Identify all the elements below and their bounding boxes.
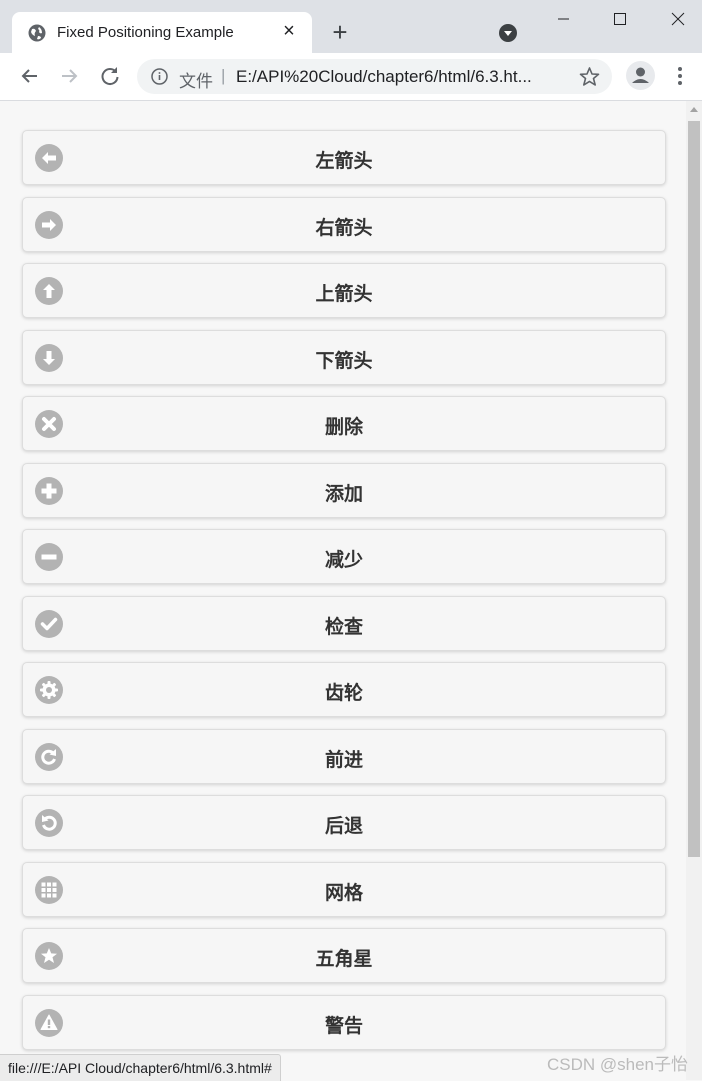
- browser-tab[interactable]: Fixed Positioning Example ×: [12, 12, 312, 53]
- address-bar[interactable]: 文件 | E:/API%20Cloud/chapter6/html/6.3.ht…: [137, 59, 612, 94]
- button-label: 上箭头: [315, 283, 373, 305]
- tab-close-button[interactable]: ×: [278, 20, 300, 42]
- browser-toolbar: 文件 | E:/API%20Cloud/chapter6/html/6.3.ht…: [0, 53, 702, 101]
- button-label: 网格: [324, 881, 363, 904]
- forward-arrow-icon[interactable]: [56, 63, 82, 89]
- button-list: 左箭头 右箭头 上箭头 下箭头 删除 添加 减少 检查 齿轮 前进 后退 网格 …: [22, 130, 666, 1061]
- button-label: 后退: [324, 815, 363, 837]
- maximize-button[interactable]: [597, 4, 643, 34]
- button-label: 添加: [324, 482, 363, 505]
- button-label: 下箭头: [315, 349, 373, 372]
- tab-title: Fixed Positioning Example: [57, 24, 234, 41]
- forward-button[interactable]: 前进: [22, 728, 666, 784]
- button-label: 右箭头: [315, 216, 373, 239]
- grid-button[interactable]: 网格: [22, 861, 666, 917]
- alert-button[interactable]: 警告: [22, 994, 666, 1050]
- vertical-scrollbar[interactable]: [686, 101, 702, 1080]
- right-arrow-button[interactable]: 右箭头: [22, 196, 666, 252]
- page-viewport: 左箭头 右箭头 上箭头 下箭头 删除 添加 减少 检查 齿轮 前进 后退 网格 …: [0, 101, 686, 1080]
- minus-button[interactable]: 减少: [22, 529, 666, 584]
- tab-strip: Fixed Positioning Example × +: [0, 0, 702, 53]
- gear-button[interactable]: 齿轮: [22, 662, 666, 717]
- url-separator: |: [221, 66, 226, 85]
- button-label: 前进: [324, 748, 363, 771]
- back-button[interactable]: 后退: [22, 795, 666, 850]
- add-button[interactable]: 添加: [22, 462, 666, 518]
- globe-icon: [28, 24, 46, 42]
- button-label: 检查: [324, 615, 363, 638]
- delete-button[interactable]: 删除: [22, 396, 666, 451]
- check-button[interactable]: 检查: [22, 595, 666, 651]
- button-label: 左箭头: [315, 150, 373, 172]
- kebab-menu-icon[interactable]: [670, 64, 690, 88]
- reload-icon[interactable]: [97, 63, 123, 89]
- up-arrow-button[interactable]: 上箭头: [22, 263, 666, 318]
- button-label: 五角星: [315, 948, 373, 970]
- tab-search-icon[interactable]: [498, 23, 518, 43]
- button-label: 删除: [324, 416, 363, 438]
- scheme-label: 文件: [179, 72, 213, 91]
- status-url-bubble: file:///E:/API Cloud/chapter6/html/6.3.h…: [0, 1054, 281, 1081]
- down-arrow-button[interactable]: 下箭头: [22, 329, 666, 385]
- url-text[interactable]: E:/API%20Cloud/chapter6/html/6.3.ht...: [236, 67, 571, 87]
- scrollbar-thumb[interactable]: [688, 121, 700, 857]
- minimize-button[interactable]: [540, 4, 586, 34]
- scroll-up-arrow-icon[interactable]: [690, 107, 698, 112]
- button-label: 齿轮: [324, 682, 363, 704]
- button-label: 警告: [324, 1014, 363, 1037]
- watermark: CSDN @shen子怡: [546, 1055, 688, 1074]
- star-button[interactable]: 五角星: [22, 928, 666, 983]
- window-close-button[interactable]: [655, 4, 701, 34]
- back-arrow-icon[interactable]: [17, 63, 43, 89]
- button-label: 减少: [324, 549, 363, 571]
- bookmark-star-icon[interactable]: [579, 66, 600, 87]
- profile-avatar-icon[interactable]: [626, 61, 655, 90]
- left-arrow-button[interactable]: 左箭头: [22, 130, 666, 185]
- new-tab-button[interactable]: +: [326, 19, 354, 47]
- info-icon[interactable]: [151, 68, 168, 85]
